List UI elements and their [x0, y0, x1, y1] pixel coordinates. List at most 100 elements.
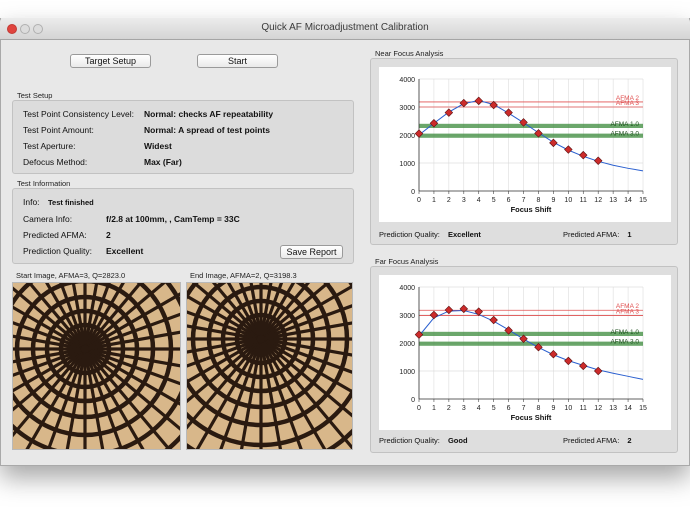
title-bar[interactable]: Quick AF Microadjustment Calibration — [0, 18, 690, 40]
point-amount-label: Test Point Amount: — [23, 125, 94, 135]
afma-line-label: AFMA 3 — [616, 309, 640, 316]
test-info-group-label: Test Information — [17, 179, 71, 188]
save-report-button[interactable]: Save Report — [280, 245, 343, 259]
y-tick-label: 4000 — [399, 285, 415, 292]
start-image-label: Start Image, AFMA=3, Q=2823.0 — [16, 271, 126, 280]
x-tick-label: 6 — [507, 405, 511, 412]
far-afma-value: 2 — [627, 436, 632, 445]
y-tick-label: 2000 — [399, 133, 415, 140]
data-point — [489, 100, 498, 110]
data-point — [474, 307, 483, 316]
defocus-label: Defocus Method: — [23, 157, 88, 167]
data-point — [579, 361, 588, 371]
x-tick-label: 8 — [537, 405, 541, 412]
x-tick-label: 5 — [492, 197, 496, 204]
near-afma-footer: Predicted AFMA: 1 — [563, 230, 632, 239]
test-setup-panel: Test Point Consistency Level: Normal: ch… — [12, 100, 354, 174]
predicted-afma-label: Predicted AFMA: — [23, 230, 87, 240]
aperture-label: Test Aperture: — [23, 141, 76, 151]
end-image — [186, 282, 353, 450]
far-quality-label: Prediction Quality: — [379, 436, 440, 445]
x-axis-label: Focus Shift — [511, 205, 552, 214]
y-tick-label: 3000 — [399, 105, 415, 112]
y-tick-label: 1000 — [399, 161, 415, 168]
y-tick-label: 0 — [411, 189, 415, 196]
near-focus-group-label: Near Focus Analysis — [375, 49, 444, 58]
x-tick-label: 2 — [447, 405, 451, 412]
x-tick-label: 11 — [580, 405, 587, 412]
x-tick-label: 3 — [462, 405, 466, 412]
far-quality-value: Good — [447, 436, 468, 445]
y-tick-label: 3000 — [399, 313, 415, 320]
data-point — [564, 145, 573, 154]
y-tick-label: 2000 — [399, 341, 415, 348]
near-quality-label: Prediction Quality: — [379, 230, 440, 239]
end-target-pattern — [187, 283, 352, 449]
near-focus-panel: 0 1000 2000 3000 4000 0 1 2 3 4 5 6 7 8 9 10 11 12 13 14 15 A… — [370, 58, 678, 245]
afma-band-label: AFMA 1.0 — [610, 329, 639, 336]
test-setup-group-label: Test Setup — [17, 91, 53, 100]
near-afma-value: 1 — [627, 230, 632, 239]
far-afma-footer: Predicted AFMA: 2 — [563, 436, 632, 445]
data-point — [549, 349, 558, 359]
x-tick-label: 12 — [594, 197, 602, 204]
aperture-value: Widest — [144, 141, 172, 151]
afma-band-label: AFMA 3.0 — [610, 131, 639, 138]
camera-value: f/2.8 at 100mm, , CamTemp = 33C — [106, 214, 240, 224]
data-point — [593, 156, 603, 165]
x-axis-label: Focus Shift — [511, 413, 552, 422]
x-tick-label: 13 — [609, 405, 617, 412]
afma-band-label: AFMA 1.0 — [610, 121, 639, 128]
x-tick-label: 13 — [609, 197, 617, 204]
afma-band-label: AFMA 3.0 — [610, 339, 639, 346]
consistency-value: Normal: checks AF repeatability — [144, 109, 274, 119]
x-tick-label: 4 — [477, 405, 481, 412]
afma-band — [419, 331, 643, 336]
target-center — [257, 335, 265, 343]
data-point — [459, 98, 469, 108]
target-center — [81, 345, 89, 353]
x-tick-label: 0 — [417, 197, 421, 204]
x-tick-label: 3 — [462, 197, 466, 204]
window-title: Quick AF Microadjustment Calibration — [261, 22, 429, 33]
point-amount-value: Normal: A spread of test points — [144, 125, 270, 135]
x-tick-label: 4 — [477, 197, 481, 204]
y-tick-label: 4000 — [399, 77, 415, 84]
far-focus-group-label: Far Focus Analysis — [375, 257, 439, 266]
x-tick-label: 10 — [564, 405, 572, 412]
x-tick-label: 11 — [580, 197, 587, 204]
x-tick-label: 9 — [551, 197, 555, 204]
x-tick-label: 15 — [639, 405, 647, 412]
data-point — [429, 310, 439, 320]
y-tick-label: 1000 — [399, 369, 415, 376]
far-afma-label: Predicted AFMA: — [563, 436, 620, 445]
test-info-panel: Info: Test finished Camera Info: f/2.8 a… — [12, 188, 354, 264]
x-tick-label: 5 — [492, 405, 496, 412]
x-tick-label: 15 — [639, 197, 647, 204]
predicted-afma-value: 2 — [106, 230, 111, 240]
x-tick-label: 0 — [417, 405, 421, 412]
afma-band — [419, 133, 643, 138]
consistency-label: Test Point Consistency Level: — [23, 109, 135, 119]
start-image — [12, 282, 181, 450]
far-focus-chart: 010002000300040000 1 2 3 4 5 6 7 8 9 10 11 12 13 14 15A… — [399, 285, 647, 422]
y-tick-label: 0 — [411, 397, 415, 404]
data-point — [593, 366, 603, 376]
data-point — [564, 356, 573, 366]
x-tick-label: 6 — [507, 197, 511, 204]
x-tick-label: 7 — [522, 405, 526, 412]
info-label: Info: — [23, 197, 40, 207]
far-quality-footer: Prediction Quality: Good — [379, 436, 468, 445]
target-setup-button[interactable]: Target Setup — [70, 54, 151, 68]
x-tick-label: 1 — [432, 197, 436, 204]
camera-label: Camera Info: — [23, 214, 73, 224]
near-afma-label: Predicted AFMA: — [563, 230, 620, 239]
x-tick-label: 1 — [432, 405, 436, 412]
x-tick-label: 2 — [447, 197, 451, 204]
near-quality-value: Excellent — [447, 230, 481, 239]
prediction-quality-value: Excellent — [106, 246, 144, 256]
start-button[interactable]: Start — [197, 54, 278, 68]
near-focus-chart-area: 0 1000 2000 3000 4000 0 1 2 3 4 5 6 7 8 9 10 11 12 13 14 15 A… — [379, 67, 671, 222]
data-point — [474, 96, 483, 106]
end-image-label: End Image, AFMA=2, Q=3198.3 — [190, 271, 297, 280]
